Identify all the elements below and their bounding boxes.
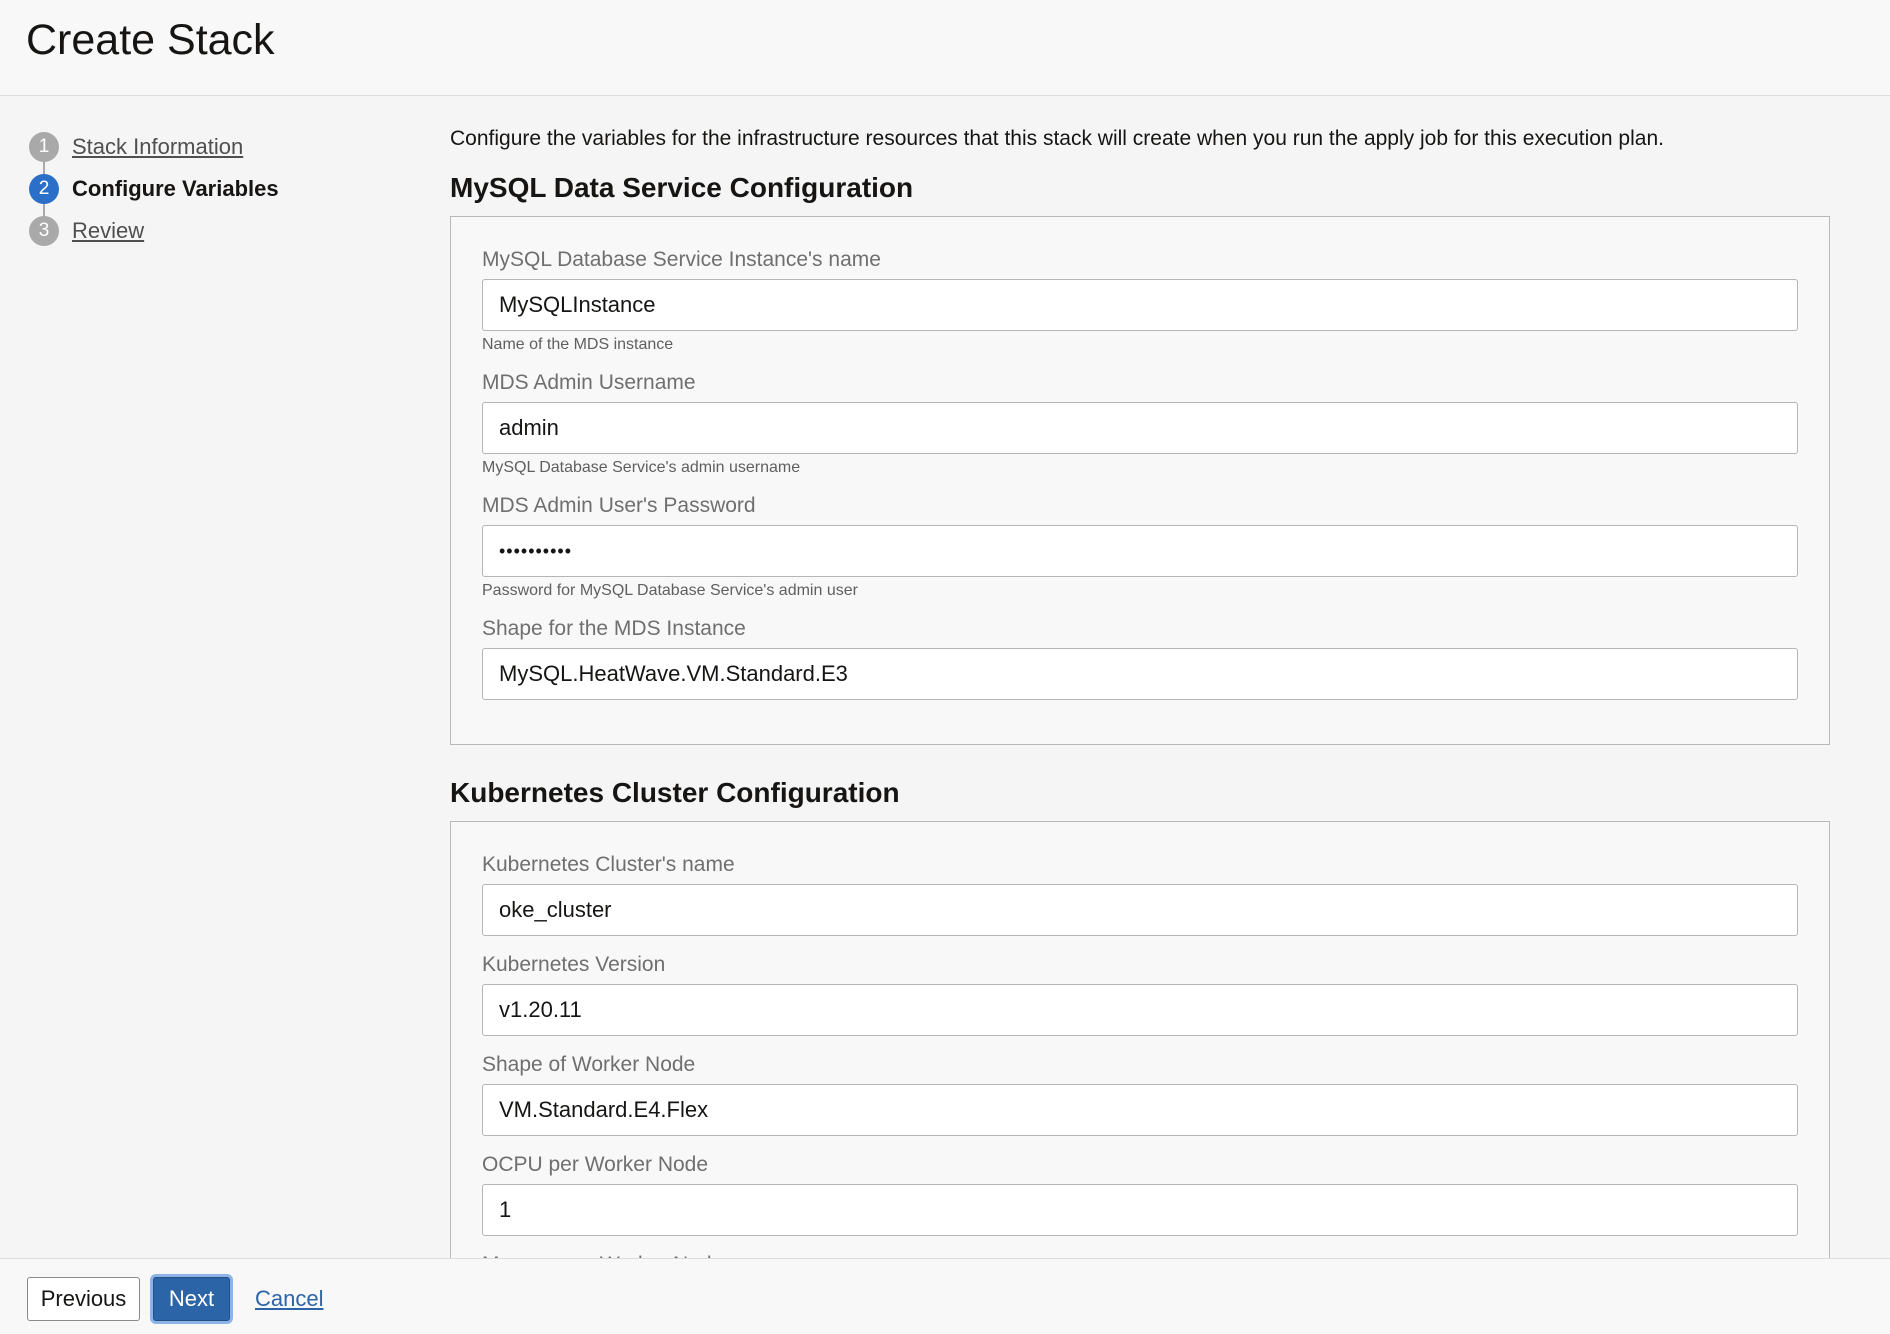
mds-shape-input[interactable]: MySQL.HeatWave.VM.Standard.E3 (482, 648, 1798, 700)
intro-text: Configure the variables for the infrastr… (450, 127, 1664, 150)
mds-admin-username-input[interactable]: admin (482, 402, 1798, 454)
step-label[interactable]: Stack Information (72, 134, 243, 160)
field-label: MDS Admin Username (482, 371, 696, 394)
mysql-section-title: MySQL Data Service Configuration (450, 172, 914, 203)
page-title: Create Stack (26, 16, 275, 64)
step-number: 3 (29, 216, 59, 246)
mds-admin-username-field: MDS Admin Username admin MySQL Database … (482, 370, 1798, 477)
ocpu-per-worker-input[interactable]: 1 (482, 1184, 1798, 1236)
field-label: OCPU per Worker Node (482, 1153, 709, 1176)
field-hint: Name of the MDS instance (482, 336, 674, 353)
worker-node-shape-field: Shape of Worker Node VM.Standard.E4.Flex (482, 1052, 1798, 1136)
previous-button[interactable]: Previous (27, 1277, 140, 1321)
field-hint: MySQL Database Service's admin username (482, 459, 801, 476)
field-label: MySQL Database Service Instance's name (482, 248, 881, 271)
step-configure-variables: 2 Configure Variables (29, 168, 389, 210)
cancel-link[interactable]: Cancel (255, 1277, 323, 1321)
k8s-version-input[interactable]: v1.20.11 (482, 984, 1798, 1036)
mds-shape-field: Shape for the MDS Instance MySQL.HeatWav… (482, 616, 1798, 700)
mysql-config-panel: MySQL Database Service Instance's name M… (450, 216, 1830, 745)
wizard-footer: Previous Next Cancel (0, 1258, 1890, 1334)
mds-instance-name-field: MySQL Database Service Instance's name M… (482, 247, 1798, 354)
k8s-version-field: Kubernetes Version v1.20.11 (482, 952, 1798, 1036)
k8s-cluster-name-input[interactable]: oke_cluster (482, 884, 1798, 936)
ocpu-per-worker-field: OCPU per Worker Node 1 (482, 1152, 1798, 1236)
mds-admin-password-input[interactable]: •••••••••• (482, 525, 1798, 577)
field-label: Shape of Worker Node (482, 1053, 696, 1076)
page-header: Create Stack (0, 0, 1890, 96)
step-label[interactable]: Review (72, 218, 144, 244)
step-stack-information[interactable]: 1 Stack Information (29, 126, 389, 168)
k8s-config-panel: Kubernetes Cluster's name oke_cluster Ku… (450, 821, 1830, 1276)
mds-instance-name-input[interactable]: MySQLInstance (482, 279, 1798, 331)
next-button[interactable]: Next (153, 1277, 230, 1321)
field-hint: Password for MySQL Database Service's ad… (482, 582, 858, 599)
step-number: 1 (29, 132, 59, 162)
field-label: Shape for the MDS Instance (482, 617, 746, 640)
k8s-cluster-name-field: Kubernetes Cluster's name oke_cluster (482, 852, 1798, 936)
step-review[interactable]: 3 Review (29, 210, 389, 252)
mds-admin-password-field: MDS Admin User's Password •••••••••• Pas… (482, 493, 1798, 600)
worker-node-shape-input[interactable]: VM.Standard.E4.Flex (482, 1084, 1798, 1136)
field-label: Kubernetes Cluster's name (482, 853, 735, 876)
step-label: Configure Variables (72, 176, 279, 201)
field-label: Kubernetes Version (482, 953, 666, 976)
wizard-steps: 1 Stack Information 2 Configure Variable… (29, 126, 389, 252)
step-number: 2 (29, 174, 59, 204)
main-content: Configure the variables for the infrastr… (450, 124, 1830, 1276)
k8s-section-title: Kubernetes Cluster Configuration (450, 777, 900, 808)
field-label: MDS Admin User's Password (482, 494, 756, 517)
